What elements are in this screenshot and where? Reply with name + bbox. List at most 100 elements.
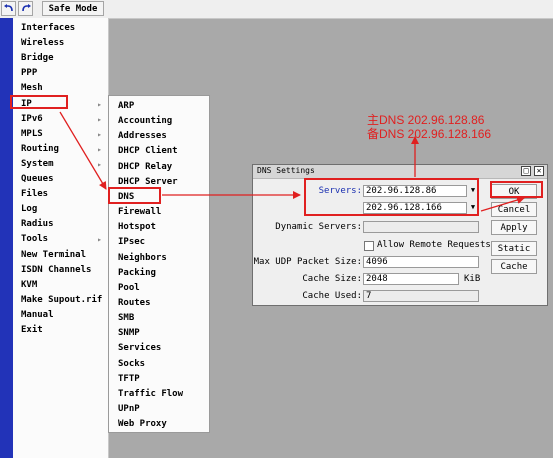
main-menu-item-isdn-channels[interactable]: ISDN Channels (13, 263, 108, 278)
ip-submenu-item-traffic-flow[interactable]: Traffic Flow (109, 387, 209, 402)
ip-submenu-item-dhcp-server[interactable]: DHCP Server (109, 175, 209, 190)
submenu-arrow-icon: ▸ (97, 114, 102, 124)
main-menu-item-ipv6[interactable]: IPv6 ▸ (13, 112, 108, 127)
ip-submenu-item-dns[interactable]: DNS (109, 190, 209, 205)
main-menu-item-log[interactable]: Log (13, 202, 108, 217)
toolbar: Safe Mode (0, 0, 553, 19)
main-menu-item-files[interactable]: Files (13, 187, 108, 202)
safe-mode-button[interactable]: Safe Mode (42, 1, 104, 16)
max-udp-input[interactable]: 4096 (363, 256, 479, 268)
left-sidebar-strip (0, 18, 13, 458)
secondary-dns-annotation: 备DNS 202.96.128.166 (367, 127, 492, 141)
maximize-button[interactable]: □ (521, 166, 531, 176)
ip-submenu-item-neighbors[interactable]: Neighbors (109, 251, 209, 266)
cache-used-label: Cache Used: (302, 291, 362, 301)
server-2-input[interactable]: 202.96.128.166 (363, 202, 467, 214)
ip-submenu-item-pool[interactable]: Pool (109, 281, 209, 296)
menu-item-label: IP (21, 98, 32, 109)
submenu-arrow-icon: ▸ (97, 159, 102, 169)
close-icon: ✕ (536, 166, 542, 175)
allow-remote-checkbox[interactable] (364, 241, 374, 251)
ip-submenu-item-accounting[interactable]: Accounting (109, 114, 209, 129)
cancel-button[interactable]: Cancel (491, 202, 537, 217)
ip-submenu-item-web-proxy[interactable]: Web Proxy (109, 417, 209, 432)
ip-submenu-item-smb[interactable]: SMB (109, 311, 209, 326)
menu-item-label: New Terminal (21, 249, 87, 260)
main-menu-item-kvm[interactable]: KVM (13, 278, 108, 293)
main-menu-item-make-supout-rif[interactable]: Make Supout.rif (13, 293, 108, 308)
dynamic-servers-label: Dynamic Servers: (275, 222, 362, 232)
main-menu-item-ppp[interactable]: PPP (13, 66, 108, 81)
menu-item-label: Manual (21, 309, 54, 320)
menu-item-label: IPv6 (21, 113, 43, 124)
submenu-arrow-icon: ▸ (97, 235, 102, 245)
ip-submenu-item-routes[interactable]: Routes (109, 296, 209, 311)
dialog-title-bar[interactable]: DNS Settings □ ✕ (253, 165, 547, 179)
ip-submenu-item-services[interactable]: Services (109, 341, 209, 356)
apply-button[interactable]: Apply (491, 220, 537, 235)
submenu-arrow-icon: ▸ (97, 129, 102, 139)
main-menu: Interfaces Wireless Bridge PPP Mesh IP ▸ IPv6 ▸ M… (13, 18, 109, 458)
ip-submenu-item-dhcp-client[interactable]: DHCP Client (109, 144, 209, 159)
undo-button[interactable] (1, 1, 16, 16)
menu-item-label: Exit (21, 325, 43, 335)
cache-size-label: Cache Size: (302, 274, 362, 284)
allow-remote-label: Allow Remote Requests (377, 240, 491, 250)
main-menu-item-mpls[interactable]: MPLS ▸ (13, 127, 108, 142)
ip-submenu-item-hotspot[interactable]: Hotspot (109, 220, 209, 235)
menu-item-label: ISDN Channels (21, 264, 92, 275)
ip-submenu-item-snmp[interactable]: SNMP (109, 326, 209, 341)
main-menu-item-bridge[interactable]: Bridge (13, 51, 108, 66)
menu-item-label: Interfaces (21, 23, 76, 33)
ip-submenu-item-firewall[interactable]: Firewall (109, 205, 209, 220)
static-button[interactable]: Static (491, 241, 537, 256)
menu-item-label: KVM (21, 279, 38, 290)
ip-submenu-item-packing[interactable]: Packing (109, 266, 209, 281)
cache-button[interactable]: Cache (491, 259, 537, 274)
dialog-title: DNS Settings (257, 166, 315, 175)
undo-icon (3, 4, 13, 12)
menu-item-label: Mesh (21, 83, 43, 94)
menu-item-label: PPP (21, 68, 38, 79)
ok-button[interactable]: OK (491, 184, 537, 199)
main-menu-item-mesh[interactable]: Mesh (13, 81, 108, 96)
main-menu-item-routing[interactable]: Routing ▸ (13, 142, 108, 157)
menu-item-label: System (21, 158, 54, 169)
main-menu-item-system[interactable]: System ▸ (13, 157, 108, 172)
server-1-input[interactable]: 202.96.128.86 (363, 185, 467, 197)
max-udp-label: Max UDP Packet Size: (253, 257, 362, 267)
main-menu-item-exit[interactable]: Exit (13, 323, 108, 338)
main-menu-item-new-terminal[interactable]: New Terminal (13, 248, 108, 263)
menu-item-label: Wireless (21, 38, 65, 49)
cache-size-unit: KiB (464, 274, 481, 284)
main-menu-item-interfaces[interactable]: Interfaces (13, 21, 108, 36)
servers-label: Servers: (318, 186, 362, 196)
main-menu-item-ip[interactable]: IP ▸ (13, 97, 108, 112)
menu-item-label: Bridge (21, 53, 54, 64)
close-button[interactable]: ✕ (534, 166, 544, 176)
main-menu-item-queues[interactable]: Queues (13, 172, 108, 187)
menu-item-label: Radius (21, 219, 54, 230)
server-1-remove-icon[interactable]: ▼ (468, 185, 478, 197)
main-menu-item-wireless[interactable]: Wireless (13, 36, 108, 51)
ip-submenu-item-upnp[interactable]: UPnP (109, 402, 209, 417)
menu-item-label: Queues (21, 174, 54, 184)
cache-used-field: 7 (363, 290, 479, 302)
menu-item-label: Files (21, 189, 49, 200)
cache-size-input[interactable]: 2048 (363, 273, 459, 285)
ip-submenu-item-socks[interactable]: Socks (109, 357, 209, 372)
redo-button[interactable] (18, 1, 33, 16)
menu-item-label: MPLS (21, 128, 43, 139)
main-menu-item-radius[interactable]: Radius (13, 217, 108, 232)
ip-submenu-item-ipsec[interactable]: IPsec (109, 235, 209, 250)
ip-submenu-item-tftp[interactable]: TFTP (109, 372, 209, 387)
menu-item-label: Routing (21, 143, 59, 154)
main-menu-item-tools[interactable]: Tools ▸ (13, 232, 108, 247)
server-2-remove-icon[interactable]: ▼ (468, 202, 478, 214)
maximize-icon: □ (523, 166, 529, 175)
menu-item-label: Log (21, 204, 38, 215)
ip-submenu-item-dhcp-relay[interactable]: DHCP Relay (109, 160, 209, 175)
main-menu-item-manual[interactable]: Manual (13, 308, 108, 323)
ip-submenu-item-addresses[interactable]: Addresses (109, 129, 209, 144)
ip-submenu-item-arp[interactable]: ARP (109, 99, 209, 114)
